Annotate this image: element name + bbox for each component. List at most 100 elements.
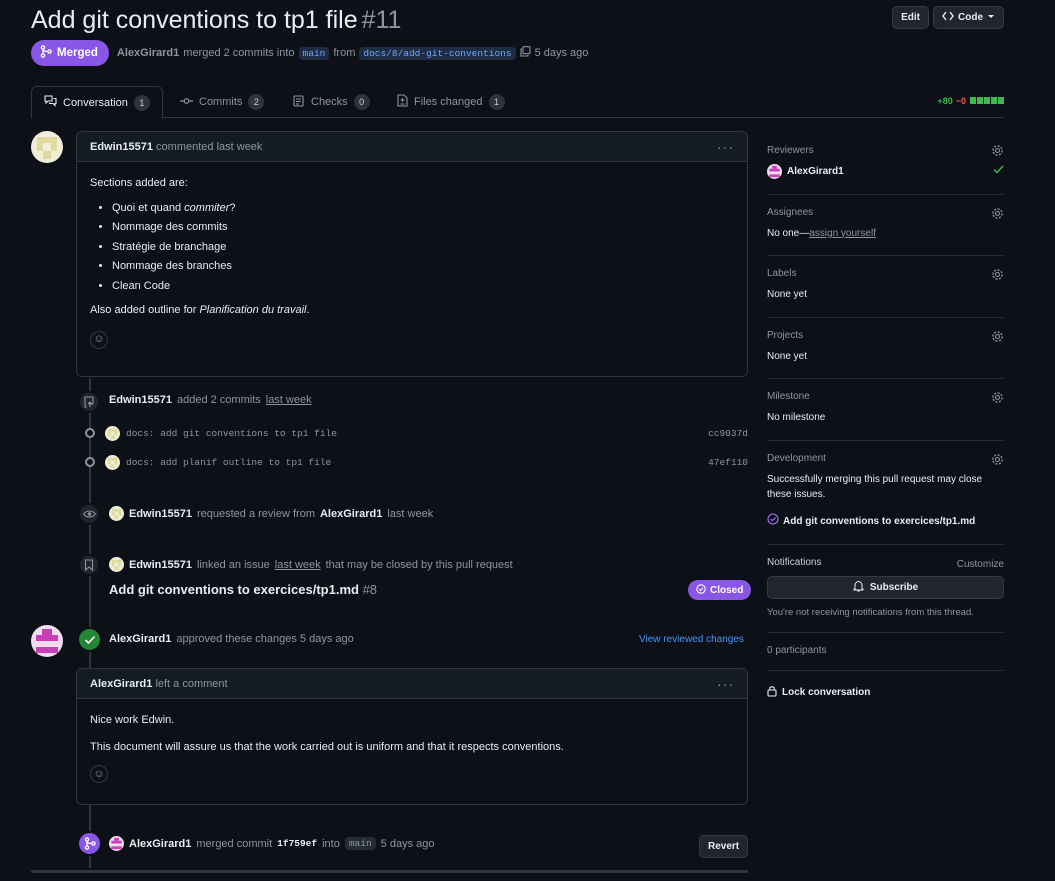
tab-checks[interactable]: Checks 0 (281, 86, 382, 118)
copy-icon[interactable] (520, 46, 531, 60)
linked-issue-title[interactable]: Add git conventions to exercices/tp1.md … (109, 582, 377, 597)
linked-issue-time[interactable]: last week (275, 559, 321, 571)
issue-closed-badge: Closed (688, 580, 752, 600)
sidebar-participants: 0 participants (767, 633, 1004, 671)
commit-sha[interactable]: 47ef110 (708, 457, 748, 468)
from-text: from (333, 47, 356, 59)
merged-badge-label: Merged (57, 47, 98, 59)
tab-commits[interactable]: Commits 2 (168, 86, 276, 118)
sidebar-milestone: Milestone No milestone (767, 379, 1004, 441)
commits-time[interactable]: last week (266, 394, 312, 406)
sidebar-development: Development Successfully merging this pu… (767, 441, 1004, 545)
projects-title: Projects (767, 329, 804, 341)
pr-tabs: Conversation 1 Commits 2 Checks 0 Files … (31, 86, 1004, 119)
code-button[interactable]: Code (933, 6, 1004, 29)
issue-closed-icon (767, 512, 779, 531)
avatar-alexgirard-small[interactable] (109, 836, 124, 851)
avatar-edwin-small[interactable] (105, 425, 120, 441)
gear-icon[interactable] (991, 268, 1004, 284)
requested-reviewer[interactable]: AlexGirard1 (320, 508, 382, 520)
merger-link[interactable]: AlexGirard1 (117, 47, 179, 59)
commit-sha[interactable]: cc9037d (708, 428, 748, 439)
code-icon (942, 11, 954, 24)
avatar-edwin[interactable] (31, 131, 63, 163)
repo-push-icon (78, 391, 100, 413)
labels-title: Labels (767, 268, 797, 279)
merge-into-text: into (322, 837, 340, 850)
review-request-event: Edwin15571 requested a review from AlexG… (109, 506, 433, 521)
subscribe-button[interactable]: Subscribe (767, 576, 1004, 599)
comment-author[interactable]: AlexGirard1 (90, 678, 152, 690)
tab-conversation[interactable]: Conversation 1 (31, 86, 163, 119)
development-issue-link[interactable]: Add git conventions to exercices/tp1.md (767, 512, 1004, 531)
list-item: Stratégie de branchage (112, 239, 734, 256)
commit-dot-icon (85, 457, 95, 467)
smiley-icon[interactable]: ☺ (90, 765, 108, 783)
merge-event: AlexGirard1 merged commit 1f759ef into m… (109, 836, 434, 851)
edit-button[interactable]: Edit (892, 6, 929, 29)
sections-list: Quoi et quand commiter? Nommage des comm… (112, 200, 734, 295)
pr-header: Add git conventions to tp1 file #11 Edit … (31, 4, 1004, 38)
merge-action: merged commit (196, 837, 273, 850)
view-reviewed-changes-link[interactable]: View reviewed changes (639, 634, 744, 645)
tab-conversation-count: 1 (133, 94, 150, 111)
comment-author[interactable]: Edwin15571 (90, 141, 153, 153)
kebab-horizontal-icon[interactable]: ··· (717, 139, 734, 155)
milestone-title: Milestone (767, 391, 810, 402)
check-icon (77, 627, 102, 652)
subscribe-label: Subscribe (869, 582, 919, 593)
commit-message[interactable]: docs: add git conventions to tp1 file (126, 428, 337, 439)
gear-icon[interactable] (991, 453, 1004, 469)
bookmark-icon (78, 554, 100, 576)
smiley-icon[interactable]: ☺ (90, 330, 108, 349)
linker[interactable]: Edwin15571 (129, 559, 192, 571)
avatar-edwin-small[interactable] (105, 454, 120, 470)
comment-discussion-icon (44, 95, 57, 110)
gear-icon[interactable] (991, 391, 1004, 407)
head-branch[interactable]: docs/8/add-git-conventions (359, 46, 516, 60)
tab-commits-label: Commits (199, 96, 243, 108)
reviewer-name[interactable]: AlexGirard1 (787, 164, 844, 180)
customize-link[interactable]: Customize (957, 559, 1004, 570)
avatar-edwin-small[interactable] (109, 506, 124, 521)
tab-checks-label: Checks (311, 96, 348, 108)
development-issue-title: Add git conventions to exercices/tp1.md (783, 515, 976, 527)
revert-button[interactable]: Revert (699, 835, 749, 858)
commits-author[interactable]: Edwin15571 (109, 394, 172, 406)
approver[interactable]: AlexGirard1 (109, 633, 171, 645)
review-requester[interactable]: Edwin15571 (129, 508, 192, 520)
avatar-alexgirard-small[interactable] (767, 164, 782, 180)
file-diff-icon (397, 94, 408, 110)
projects-value: None yet (767, 350, 808, 362)
merge-author[interactable]: AlexGirard1 (129, 838, 191, 850)
git-commit-icon (180, 96, 193, 109)
gear-icon[interactable] (991, 330, 1004, 346)
reviewer-row: AlexGirard1 (767, 164, 1004, 180)
merge-target-branch[interactable]: main (344, 837, 376, 850)
sidebar-reviewers: Reviewers AlexGirard1 (767, 131, 1004, 195)
avatar-alexgirard[interactable] (31, 625, 63, 657)
kebab-horizontal-icon[interactable]: ··· (717, 676, 734, 692)
merge-commit-sha[interactable]: 1f759ef (277, 838, 317, 849)
notifications-text: You're not receiving notifications from … (767, 607, 974, 618)
diffstat: +80 −0 (937, 96, 1004, 106)
assign-yourself-link[interactable]: assign yourself (809, 228, 876, 239)
pr-title: Add git conventions to tp1 file #11 (31, 4, 1004, 36)
commit-dot-icon (85, 428, 95, 438)
avatar-edwin-small[interactable] (109, 557, 124, 572)
base-branch[interactable]: main (298, 46, 330, 60)
development-title: Development (767, 452, 826, 464)
comment-alexgirard: AlexGirard1 left a comment ··· Nice work… (76, 668, 748, 805)
merge-time: 5 days ago (534, 47, 589, 59)
linked-issue-number: #8 (362, 582, 378, 597)
pr-number: #11 (361, 6, 402, 34)
tab-files-changed[interactable]: Files changed 1 (385, 86, 517, 118)
gear-icon[interactable] (991, 144, 1004, 160)
lock-conversation-label: Lock conversation (782, 687, 871, 698)
comment-line: This document will assure us that the wo… (90, 740, 564, 753)
comment-header: Edwin15571 commented last week ··· (77, 132, 747, 162)
gear-icon[interactable] (991, 207, 1004, 223)
chevron-down-icon (987, 12, 995, 23)
lock-conversation-link[interactable]: Lock conversation (767, 671, 1004, 700)
commit-message[interactable]: docs: add planif outline to tp1 file (126, 457, 331, 468)
